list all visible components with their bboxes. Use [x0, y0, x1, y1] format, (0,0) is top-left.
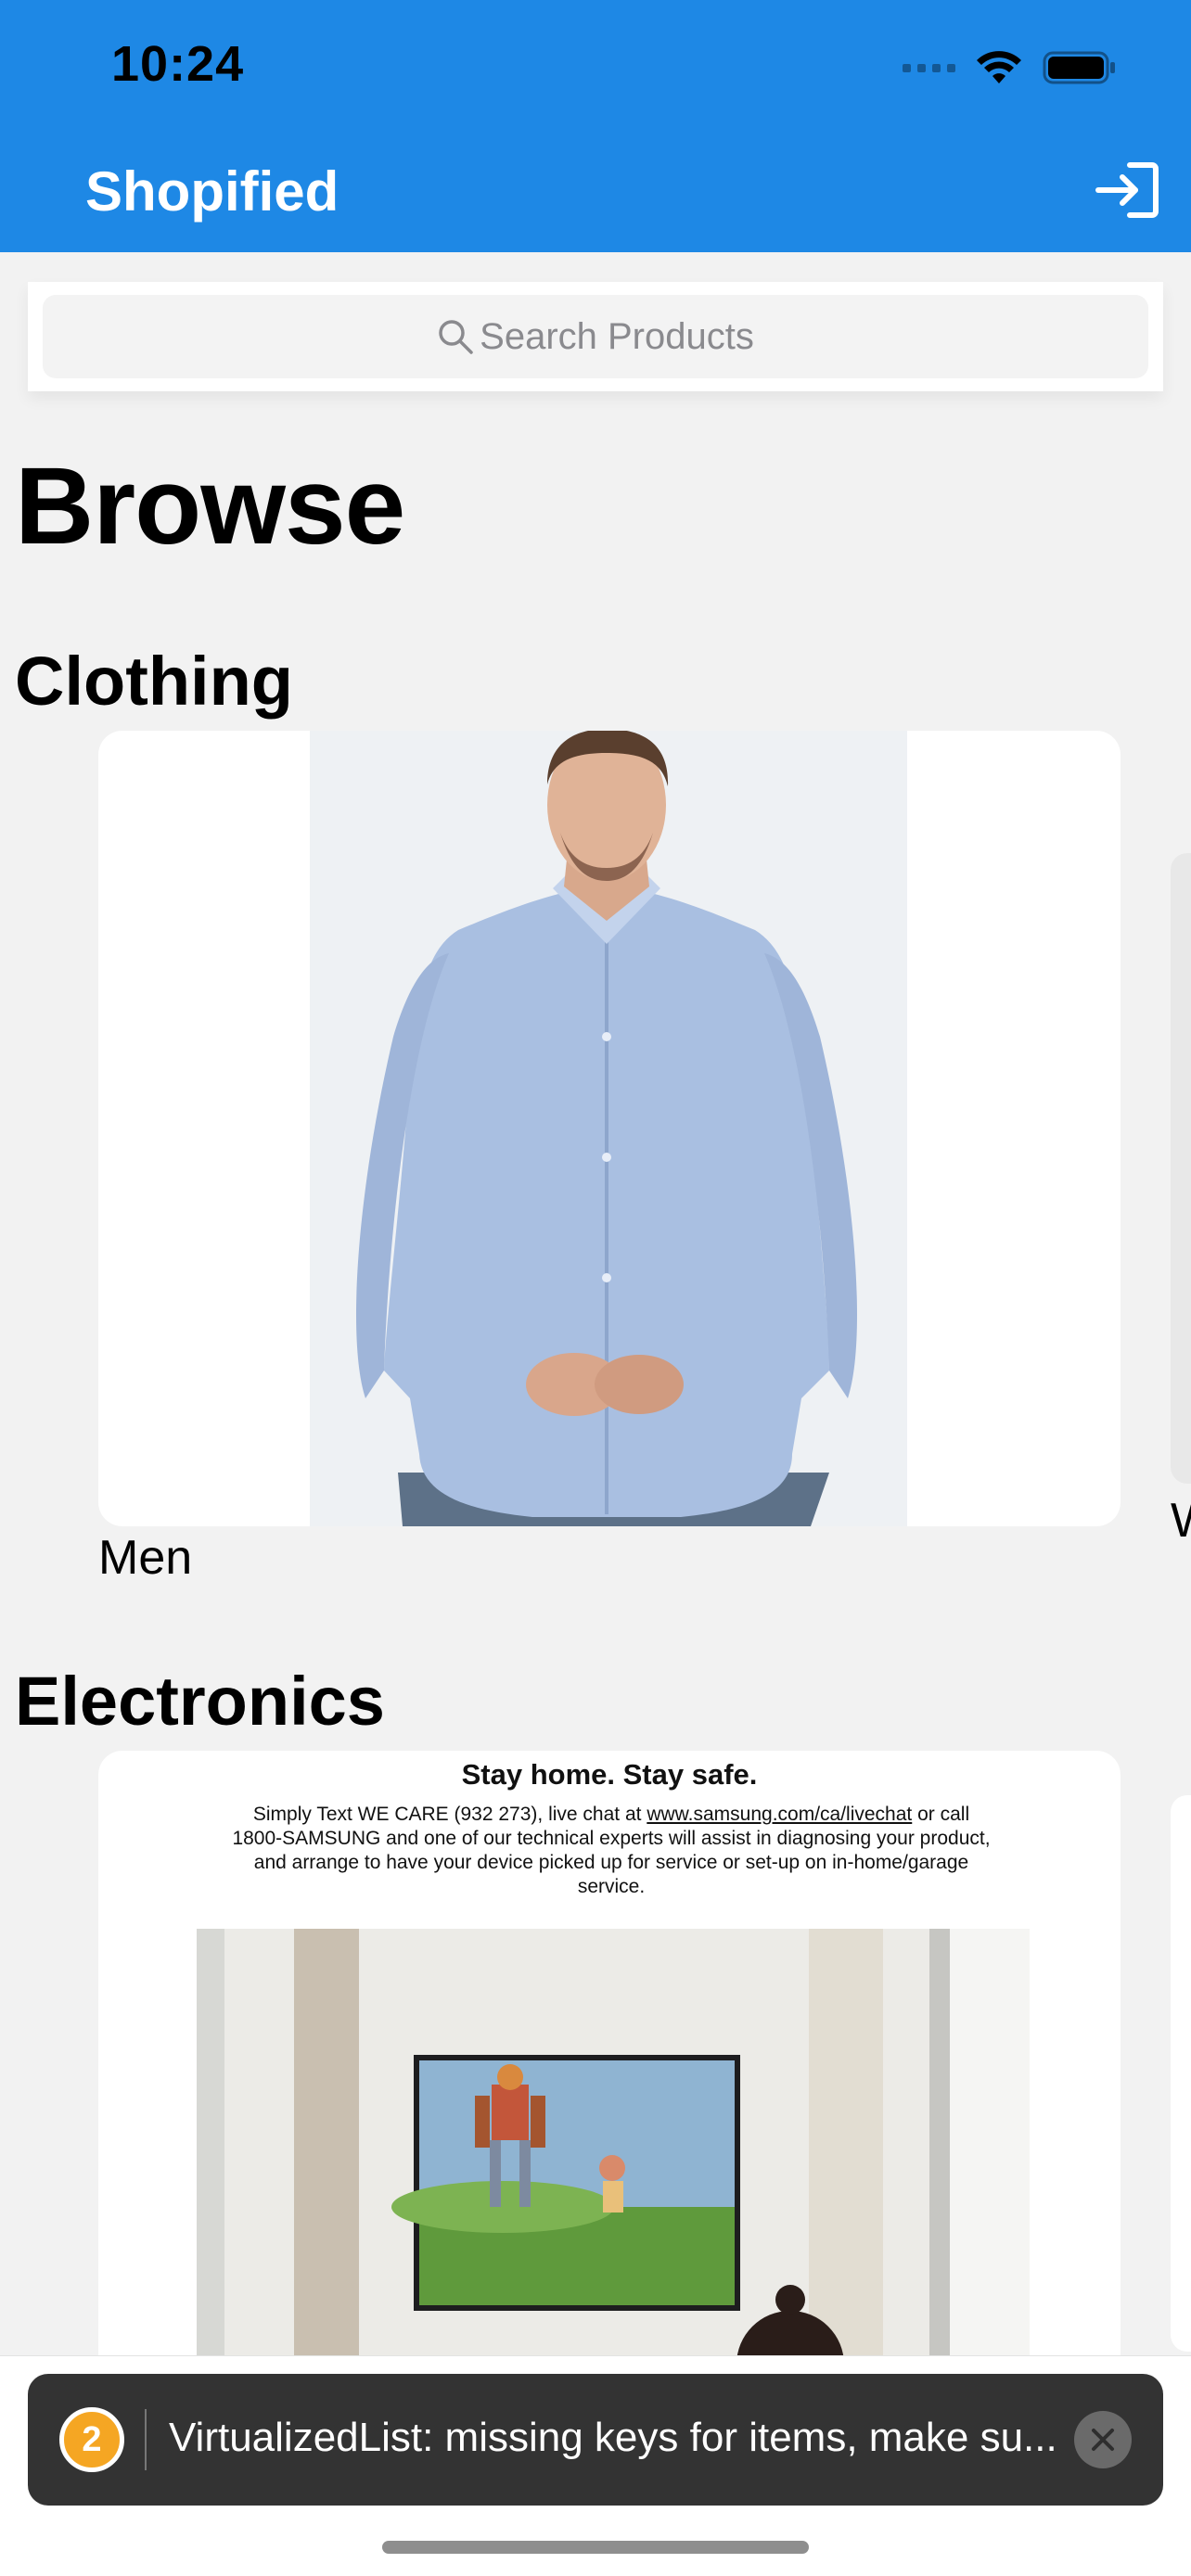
ad-livechat-link[interactable]: www.samsung.com/ca/livechat: [647, 1804, 912, 1825]
status-time: 10:24: [111, 36, 245, 92]
login-arrow-icon: [1095, 162, 1159, 218]
search-placeholder: Search Products: [480, 315, 754, 357]
man-in-shirt-illustration: [356, 731, 857, 1526]
warning-count-badge: 2: [59, 2407, 124, 2472]
home-indicator[interactable]: [382, 2541, 809, 2554]
tv-room-image: [197, 1929, 1030, 2365]
wifi-icon: [977, 51, 1021, 83]
login-button[interactable]: [1095, 161, 1159, 219]
app-title: Shopified: [85, 160, 339, 223]
category-label-women: W: [1171, 1493, 1191, 1549]
battery-icon: [1043, 51, 1115, 84]
ad-body-prefix: Simply Text WE CARE (932 273), live chat…: [252, 1804, 647, 1825]
cellular-signal-icon: [903, 63, 955, 72]
app-header: 10:24 Shopified: [0, 0, 1191, 252]
close-icon: [1092, 2429, 1114, 2451]
category-card-electronics-peek[interactable]: [1171, 1795, 1191, 2352]
search-icon: [439, 320, 473, 354]
category-card-electronics[interactable]: Stay home. Stay safe. Simply Text WE CAR…: [98, 1751, 1121, 2400]
screen: 10:24 Shopified Search Products Browse C…: [0, 0, 1191, 2576]
toast-close-button[interactable]: [1074, 2411, 1132, 2468]
section-title-electronics: Electronics: [15, 1663, 385, 1740]
section-title-clothing: Clothing: [15, 643, 294, 720]
ad-headline: Stay home. Stay safe.: [461, 1758, 758, 1791]
page-title: Browse: [15, 445, 405, 567]
toast-message: VirtualizedList: missing keys for items,…: [169, 2415, 1057, 2460]
men-product-image: [310, 731, 907, 1526]
tv-on-wall-illustration: [197, 1929, 1030, 2365]
ad-body: Simply Text WE CARE (932 273), live chat…: [228, 1803, 994, 1899]
category-card-women-peek[interactable]: [1171, 853, 1191, 1484]
search-bar: Search Products: [28, 282, 1163, 391]
category-card-men[interactable]: [98, 731, 1121, 1526]
toast-divider: [145, 2409, 147, 2470]
status-icons: [903, 46, 1117, 89]
warning-toast[interactable]: 2 VirtualizedList: missing keys for item…: [28, 2374, 1163, 2506]
category-label-men: Men: [98, 1531, 193, 1585]
search-input[interactable]: Search Products: [43, 295, 1148, 378]
